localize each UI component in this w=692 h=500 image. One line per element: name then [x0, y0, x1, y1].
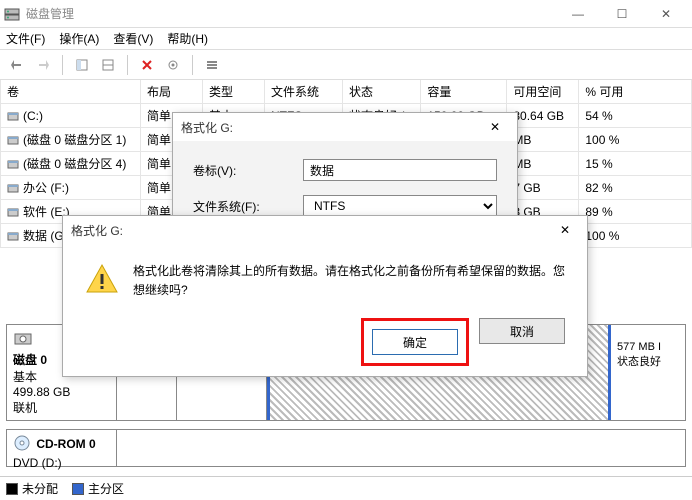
toolbar [0, 50, 692, 80]
refresh-icon[interactable] [71, 54, 93, 76]
cdrom-icon [13, 434, 33, 454]
partition[interactable]: 577 MB I 状态良好 [611, 325, 685, 420]
cdrom-header: CD-ROM 0 DVD (D:) [7, 430, 117, 466]
menubar: 文件(F) 操作(A) 查看(V) 帮助(H) [0, 28, 692, 50]
disk-0-name: 磁盘 0 [13, 353, 47, 367]
legend-unalloc-swatch [6, 483, 18, 495]
disk-0-size: 499.88 GB [13, 385, 70, 399]
disk-0-type: 基本 [13, 370, 37, 384]
col-free[interactable]: 可用空间 [507, 80, 579, 104]
confirm-dialog-title: 格式化 G: [71, 222, 551, 239]
legend-primary: 主分区 [88, 482, 124, 496]
disk-icon [13, 329, 33, 349]
volume-icon [7, 230, 19, 242]
cancel-button[interactable]: 取消 [479, 318, 565, 344]
close-button[interactable]: ✕ [644, 0, 688, 28]
col-type[interactable]: 类型 [203, 80, 265, 104]
format-dialog-title: 格式化 G: [181, 119, 481, 136]
list-icon[interactable] [201, 54, 223, 76]
volume-label-input[interactable] [303, 159, 497, 181]
maximize-button[interactable]: ☐ [600, 0, 644, 28]
app-icon [4, 6, 20, 22]
volume-label-label: 卷标(V): [193, 162, 303, 179]
back-icon[interactable] [6, 54, 28, 76]
properties-icon[interactable] [97, 54, 119, 76]
filesystem-label: 文件系统(F): [193, 198, 303, 215]
cdrom-row[interactable]: CD-ROM 0 DVD (D:) [6, 429, 686, 467]
menu-view[interactable]: 查看(V) [113, 30, 153, 47]
volume-icon [7, 182, 19, 194]
legend: 未分配 主分区 [0, 476, 692, 500]
warning-icon [85, 262, 119, 296]
confirm-message: 格式化此卷将清除其上的所有数据。请在格式化之前备份所有希望保留的数据。您想继续吗… [133, 262, 565, 300]
confirm-dialog-close-icon[interactable]: ✕ [551, 223, 579, 237]
col-fs[interactable]: 文件系统 [265, 80, 343, 104]
legend-unalloc: 未分配 [22, 482, 58, 496]
ok-button[interactable]: 确定 [372, 329, 458, 355]
volume-icon [7, 206, 19, 218]
legend-primary-swatch [72, 483, 84, 495]
ok-highlight: 确定 [361, 318, 469, 366]
volume-icon [7, 158, 19, 170]
disk-0-status: 联机 [13, 401, 37, 415]
menu-action[interactable]: 操作(A) [59, 30, 99, 47]
menu-help[interactable]: 帮助(H) [167, 30, 208, 47]
col-status[interactable]: 状态 [343, 80, 421, 104]
cdrom-sub: DVD (D:) [13, 456, 62, 470]
col-volume[interactable]: 卷 [1, 80, 141, 104]
filesystem-select[interactable]: NTFS [303, 195, 497, 217]
col-pct[interactable]: % 可用 [579, 80, 692, 104]
forward-icon[interactable] [32, 54, 54, 76]
window-titlebar: 磁盘管理 — ☐ ✕ [0, 0, 692, 28]
volume-icon [7, 134, 19, 146]
delete-icon[interactable] [136, 54, 158, 76]
menu-file[interactable]: 文件(F) [6, 30, 45, 47]
window-title: 磁盘管理 [26, 5, 556, 22]
col-capacity[interactable]: 容量 [421, 80, 507, 104]
col-layout[interactable]: 布局 [141, 80, 203, 104]
volume-icon [7, 110, 19, 122]
format-dialog-close-icon[interactable]: ✕ [481, 120, 509, 134]
settings-icon[interactable] [162, 54, 184, 76]
minimize-button[interactable]: — [556, 0, 600, 28]
cdrom-name: CD-ROM 0 [36, 437, 95, 451]
confirm-dialog: 格式化 G: ✕ 格式化此卷将清除其上的所有数据。请在格式化之前备份所有希望保留… [62, 215, 588, 377]
